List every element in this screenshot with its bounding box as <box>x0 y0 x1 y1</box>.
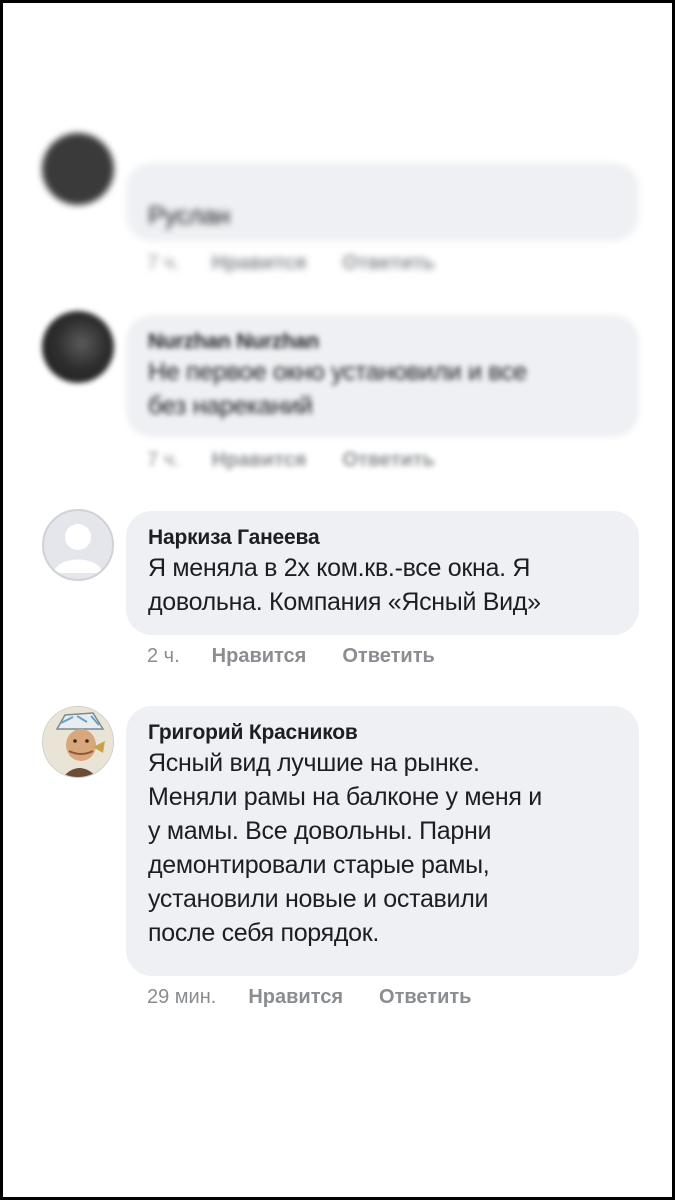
like-link[interactable]: Нравится <box>248 985 343 1009</box>
comment-text-line: Меняли рамы на балконе у меня и <box>148 783 542 811</box>
reply-link[interactable]: Ответить <box>379 985 471 1009</box>
comment-meta: 2 ч. Нравится Ответить <box>147 644 435 668</box>
comment-meta: 7 ч. Нравится Ответить <box>147 448 435 472</box>
comment-text: Я меняла в 2х ком.кв.-все окна. Я доволь… <box>148 551 617 619</box>
comment-text-line: у мамы. Все довольны. Парни <box>148 817 492 845</box>
comment-text: Ясный вид лучшие на рынке. Меняли рамы н… <box>148 746 617 950</box>
avatar[interactable] <box>42 133 114 205</box>
comment-text-line: Я меняла в 2х ком.кв.-все окна. Я <box>148 554 531 582</box>
comment-time: 2 ч. <box>147 645 180 667</box>
reply-link[interactable]: Ответить <box>342 251 434 275</box>
comment-bubble: Руслан <box>126 163 639 241</box>
comment-bubble: Наркиза Ганеева Я меняла в 2х ком.кв.-вс… <box>126 511 639 635</box>
avatar[interactable] <box>42 706 114 778</box>
default-avatar-icon <box>54 524 102 573</box>
comment-text-line: демонтировали старые рамы, <box>148 851 490 879</box>
comment-time: 7 ч. <box>147 252 180 274</box>
comment-meta: 7 ч. Нравится Ответить <box>147 251 435 275</box>
comment-meta: 29 мин. Нравится Ответить <box>147 985 471 1009</box>
comment-text-line: Не первое окно установили и все <box>148 358 527 386</box>
comment-text-line: довольна. Компания «Ясный Вид» <box>148 588 541 616</box>
comment-text-line: после себя порядок. <box>148 919 380 947</box>
comment-author[interactable]: Григорий Красников <box>148 720 617 746</box>
comment-text-line: без нареканий <box>148 392 313 420</box>
comment-text: Руслан <box>148 199 617 233</box>
avatar[interactable] <box>42 311 114 383</box>
comment-time: 29 мин. <box>147 986 217 1008</box>
like-link[interactable]: Нравится <box>212 644 307 668</box>
comment-bubble: Nurzhan Nurzhan Не первое окно установил… <box>126 315 639 437</box>
avatar[interactable] <box>42 509 114 581</box>
comment-text-line: Руслан <box>148 202 230 230</box>
like-link[interactable]: Нравится <box>212 251 307 275</box>
portrait-icon <box>43 707 113 777</box>
comment-text-line: Ясный вид лучшие на рынке. <box>148 749 480 777</box>
reply-link[interactable]: Ответить <box>342 448 434 472</box>
reply-link[interactable]: Ответить <box>342 644 434 668</box>
comment-text-line: установили новые и оставили <box>148 885 489 913</box>
comment-time: 7 ч. <box>147 449 180 471</box>
comment-author[interactable]: Наркиза Ганеева <box>148 525 617 551</box>
comment-author[interactable]: Nurzhan Nurzhan <box>148 329 617 355</box>
screenshot-frame: Руслан 7 ч. Нравится Ответить Nurzhan Nurz… <box>0 0 675 1200</box>
comment-text: Не первое окно установили и все без наре… <box>148 355 617 423</box>
like-link[interactable]: Нравится <box>212 448 307 472</box>
comment-bubble: Григорий Красников Ясный вид лучшие на р… <box>126 706 639 976</box>
